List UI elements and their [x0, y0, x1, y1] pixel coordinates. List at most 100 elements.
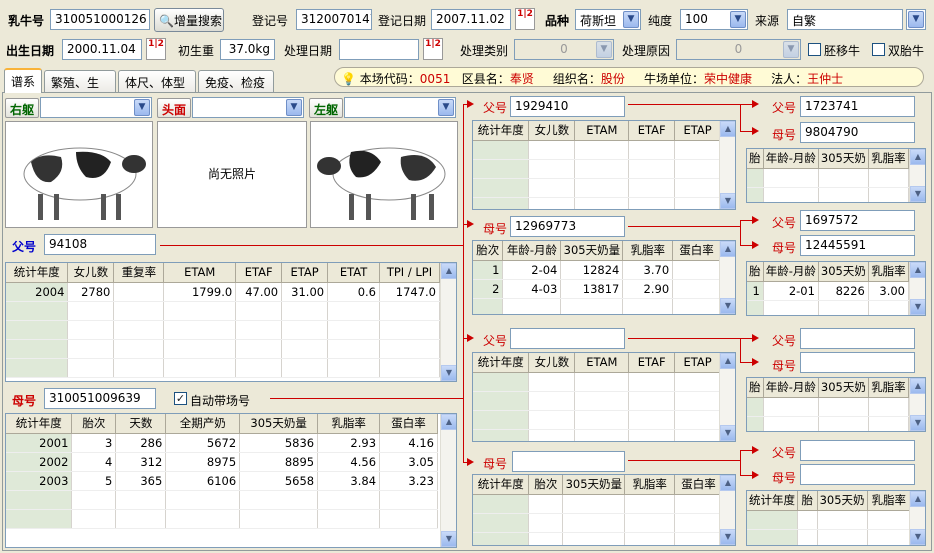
table-row[interactable]	[747, 300, 910, 315]
column-header[interactable]: ETAF	[235, 263, 283, 283]
column-header[interactable]: 全期产奶	[165, 414, 241, 434]
scroll-up-icon[interactable]: ▲	[441, 414, 456, 430]
proc-reason-select[interactable]: 0 ▼	[676, 39, 801, 60]
twin-checkbox[interactable]	[872, 43, 885, 56]
vertical-scrollbar[interactable]: ▲ ▼	[909, 491, 925, 545]
column-header[interactable]: 胎次	[473, 241, 504, 261]
tab-breeding[interactable]: 繁殖、生产	[44, 70, 116, 107]
scroll-down-icon[interactable]: ▼	[720, 425, 735, 441]
dam-sire-input[interactable]	[510, 328, 625, 349]
reg-date-calendar-icon[interactable]: 1|2	[515, 8, 535, 30]
g4-dam-input[interactable]	[800, 464, 915, 485]
purity-select[interactable]: 100 ▼	[680, 9, 748, 30]
vertical-scrollbar[interactable]: ▲ ▼	[719, 475, 735, 545]
embryo-checkbox[interactable]	[808, 43, 821, 56]
source-dropdown[interactable]: ▼	[906, 9, 926, 30]
scroll-up-icon[interactable]: ▲	[910, 378, 925, 394]
table-row[interactable]	[6, 490, 438, 510]
table-row[interactable]	[473, 159, 721, 179]
table-row[interactable]	[473, 429, 721, 441]
sire-dam-table[interactable]: 胎次 年龄-月龄 305天奶量 乳脂率 蛋白率 1 2-04 12824 3.70 2 4-03 13…	[472, 240, 736, 315]
table-row[interactable]	[473, 298, 721, 314]
vertical-scrollbar[interactable]: ▲ ▼	[909, 149, 925, 202]
column-header[interactable]: 蛋白率	[672, 241, 721, 261]
vertical-scrollbar[interactable]: ▲ ▼	[440, 263, 456, 381]
vertical-scrollbar[interactable]: ▲ ▼	[909, 378, 925, 431]
column-header[interactable]: 年龄-月龄	[502, 241, 562, 261]
scroll-down-icon[interactable]: ▼	[720, 298, 735, 314]
right-photo-select[interactable]: ▼	[40, 97, 152, 118]
source-input[interactable]: 自繁	[787, 9, 903, 30]
birth-date-input[interactable]: 2000.11.04	[62, 39, 142, 60]
column-header[interactable]: ETAM	[163, 263, 237, 283]
column-header[interactable]: 统计年度	[473, 353, 530, 373]
left-side-photo[interactable]	[310, 121, 458, 228]
column-header[interactable]: 乳脂率	[622, 241, 674, 261]
column-header[interactable]: 乳脂率	[868, 262, 910, 282]
column-header[interactable]: 胎	[747, 378, 764, 398]
column-header[interactable]: 女儿数	[67, 263, 115, 283]
scroll-up-icon[interactable]: ▲	[720, 353, 735, 369]
column-header[interactable]: 重复率	[113, 263, 165, 283]
proc-date-input[interactable]	[339, 39, 419, 60]
column-header[interactable]: ETAP	[674, 353, 721, 373]
column-header[interactable]: 年龄-月龄	[763, 149, 819, 169]
right-side-photo[interactable]	[5, 121, 153, 228]
scroll-down-icon[interactable]: ▼	[910, 415, 925, 431]
table-row[interactable]	[473, 140, 721, 160]
table-row[interactable]: 1 2-01 8226 3.00	[747, 281, 910, 301]
column-header[interactable]: 305天奶	[818, 378, 869, 398]
reg-date-input[interactable]: 2007.11.02	[431, 9, 511, 30]
g3-table[interactable]: 胎年龄-月龄 305天奶 乳脂率 ▲ ▼	[746, 377, 926, 432]
sire-table[interactable]: 统计年度 女儿数 重复率 ETAM ETAF ETAP ETAT TPI / LPI 2004 2…	[5, 262, 457, 382]
left-photo-select[interactable]: ▼	[344, 97, 456, 118]
tab-pedigree[interactable]: 谱系	[4, 68, 42, 93]
column-header[interactable]: 胎次	[71, 414, 117, 434]
head-photo-select[interactable]: ▼	[192, 97, 304, 118]
column-header[interactable]: 胎	[747, 149, 764, 169]
table-row[interactable]	[473, 494, 723, 514]
birth-date-calendar-icon[interactable]: 1|2	[146, 38, 166, 60]
column-header[interactable]: 女儿数	[528, 353, 576, 373]
birth-weight-input[interactable]: 37.0kg	[220, 39, 275, 60]
scroll-up-icon[interactable]: ▲	[720, 241, 735, 257]
column-header[interactable]: 统计年度	[6, 414, 73, 434]
column-header[interactable]: 统计年度	[747, 491, 798, 511]
scroll-up-icon[interactable]: ▲	[910, 149, 925, 165]
column-header[interactable]: 乳脂率	[868, 149, 910, 169]
column-header[interactable]: 乳脂率	[624, 475, 676, 495]
g4-table[interactable]: 统计年度胎 305天奶 乳脂率 ▲ ▼	[746, 490, 926, 546]
vertical-scrollbar[interactable]: ▲ ▼	[440, 414, 456, 547]
column-header[interactable]: 胎	[747, 262, 764, 282]
sire-sire-input[interactable]: 1929410	[510, 96, 625, 117]
table-row[interactable]	[6, 320, 441, 340]
scroll-down-icon[interactable]: ▼	[910, 299, 925, 315]
table-row[interactable]: 2001 3 286 5672 5836 2.93 4.16	[6, 433, 438, 453]
vertical-scrollbar[interactable]: ▲ ▼	[719, 121, 735, 209]
table-row[interactable]	[473, 513, 723, 533]
g1-dam-input[interactable]: 9804790	[800, 122, 915, 143]
table-row[interactable]	[747, 416, 910, 431]
column-header[interactable]: 胎	[797, 491, 818, 511]
table-row[interactable]	[6, 339, 441, 359]
scroll-up-icon[interactable]: ▲	[910, 491, 925, 507]
breed-select[interactable]: 荷斯坦 ▼	[575, 9, 641, 30]
table-row[interactable]: 2002 4 312 8975 8895 4.56 3.05	[6, 452, 438, 472]
column-header[interactable]: 305天奶量	[560, 241, 624, 261]
column-header[interactable]: 统计年度	[6, 263, 69, 283]
column-header[interactable]: 305天奶量	[562, 475, 626, 495]
table-row[interactable]	[473, 372, 721, 392]
scroll-down-icon[interactable]: ▼	[720, 529, 735, 545]
column-header[interactable]: 乳脂率	[317, 414, 381, 434]
tab-immunization[interactable]: 免疫、检疫	[198, 70, 274, 92]
column-header[interactable]: 蛋白率	[379, 414, 438, 434]
column-header[interactable]: ETAF	[628, 121, 676, 141]
table-row[interactable]	[747, 168, 910, 188]
column-header[interactable]: 天数	[115, 414, 167, 434]
table-row[interactable]	[473, 532, 723, 545]
column-header[interactable]: ETAP	[674, 121, 721, 141]
g2-sire-input[interactable]: 1697572	[800, 210, 915, 231]
column-header[interactable]: 年龄-月龄	[763, 378, 819, 398]
g3-sire-input[interactable]	[800, 328, 915, 349]
column-header[interactable]: 蛋白率	[674, 475, 723, 495]
